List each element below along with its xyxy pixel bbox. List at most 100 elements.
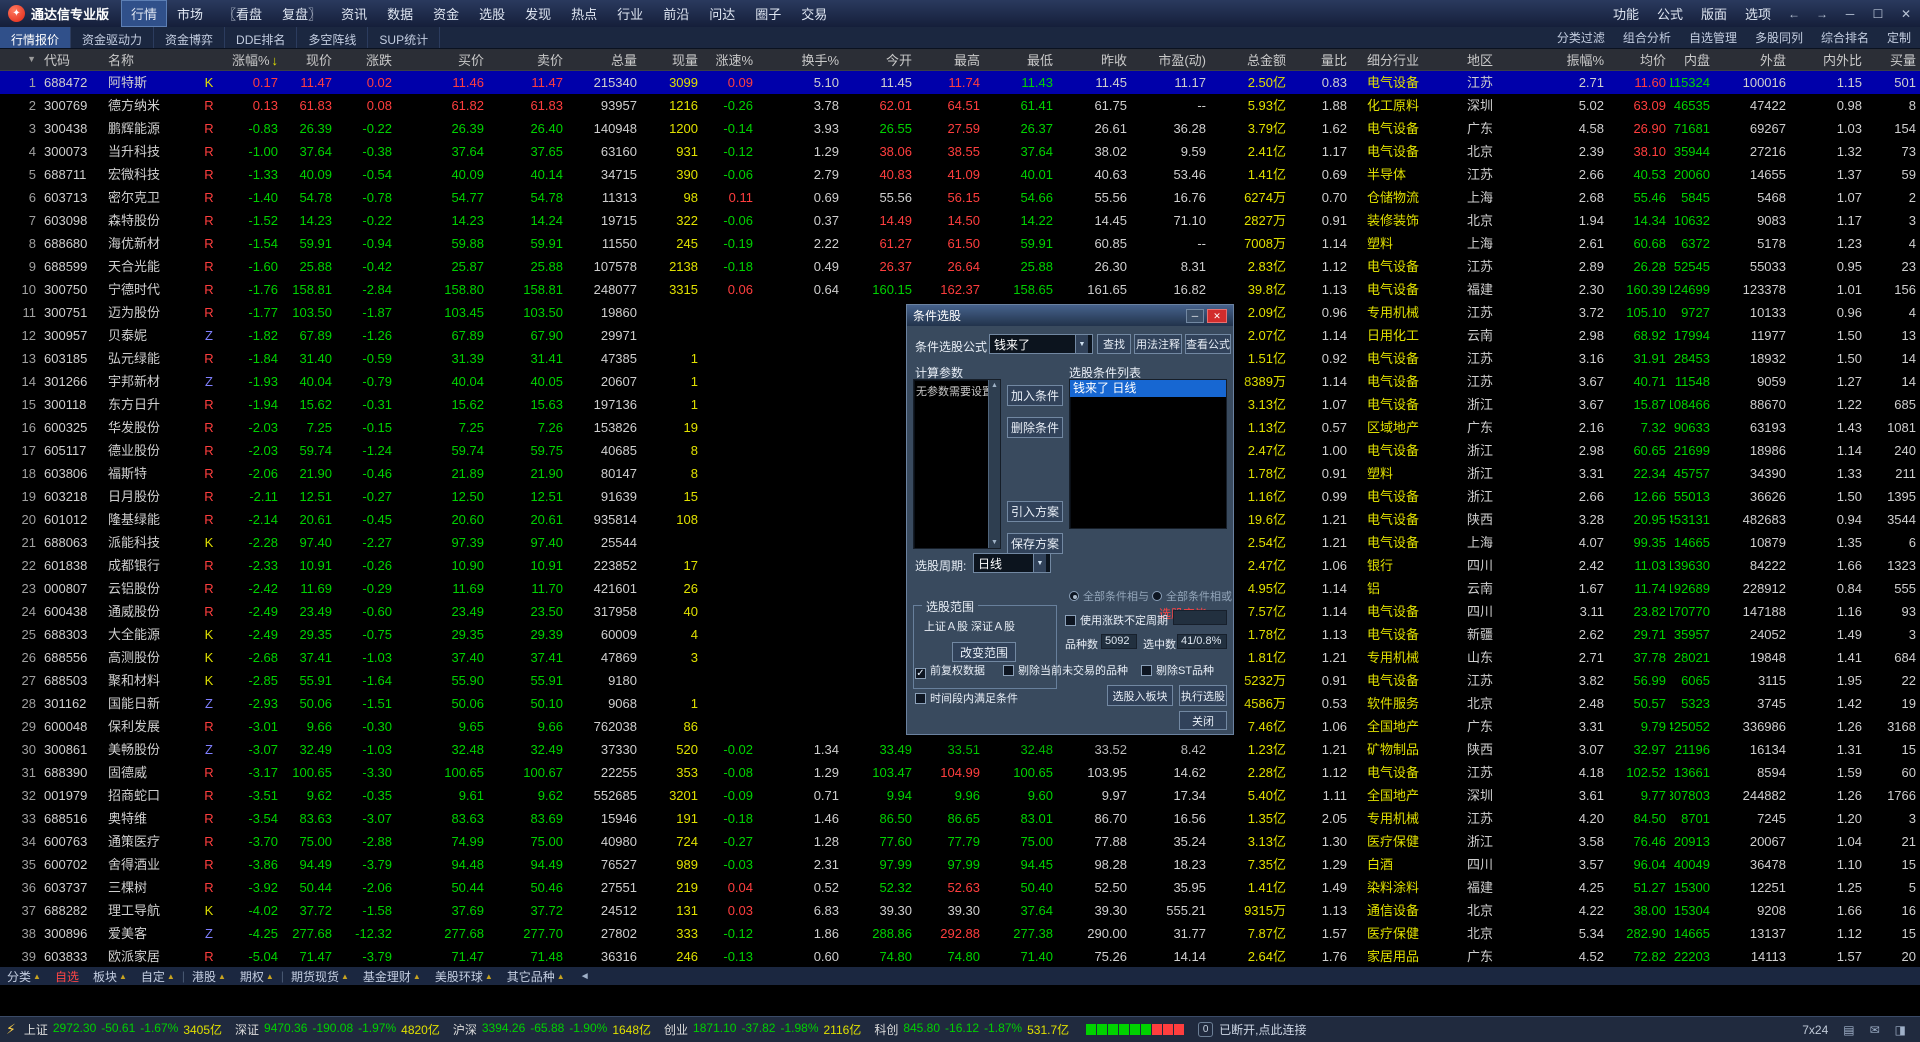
chevron-down-icon[interactable]: ▼ — [1033, 554, 1046, 572]
tabs-back-icon[interactable]: ◄ — [572, 971, 598, 982]
connection-status-text[interactable]: 已断开,点此连接 — [1219, 1021, 1306, 1038]
bottom-tab-板块[interactable]: 板块 ▲ — [86, 968, 134, 985]
bottom-tab-其它品种[interactable]: 其它品种 ▲ — [500, 968, 572, 985]
menu-item-交易[interactable]: 交易 — [791, 0, 837, 27]
toolbar-link-定制[interactable]: 定制 — [1878, 25, 1920, 50]
table-row[interactable]: 31 688390 固德威 R -3.17 100.65 -3.30 100.65 100.67… — [0, 761, 1920, 784]
column-header-inner_vol[interactable]: 内盘 — [1670, 49, 1714, 71]
toolbar-link-分类过滤[interactable]: 分类过滤 — [1548, 25, 1614, 50]
save-plan-button[interactable]: 保存方案 — [1007, 533, 1063, 554]
table-row[interactable]: 33 688516 奥特维 R -3.54 83.63 -3.07 83.63 83.69 159… — [0, 807, 1920, 830]
table-row[interactable]: 10 300750 宁德时代 R -1.76 158.81 -2.84 158.80 158.8… — [0, 278, 1920, 301]
column-header-price[interactable]: 现价 — [282, 49, 336, 71]
menu-item-行业[interactable]: 行业 — [607, 0, 653, 27]
chevron-down-icon[interactable]: ▼ — [1075, 335, 1088, 353]
table-row[interactable]: 3 300438 鹏辉能源 R -0.83 26.39 -0.22 26.39 26.40 140… — [0, 117, 1920, 140]
bottom-tab-基金理财[interactable]: 基金理财 ▲ — [356, 968, 428, 985]
toolbar-link-综合排名[interactable]: 综合排名 — [1812, 25, 1878, 50]
column-header-ask[interactable]: 卖价 — [488, 49, 567, 71]
window-close-button[interactable]: ✕ — [1892, 7, 1920, 21]
bottom-tab-期货现货[interactable]: 期货现货 ▲ — [284, 968, 356, 985]
toolbar-link-组合分析[interactable]: 组合分析 — [1614, 25, 1680, 50]
table-row[interactable]: 2 300769 德方纳米 R 0.13 61.83 0.08 61.82 61.83 93957… — [0, 94, 1920, 117]
menu-item-功能[interactable]: 功能 — [1604, 0, 1648, 27]
menu-item-问达[interactable]: 问达 — [699, 0, 745, 27]
checkbox-unfixed-period[interactable]: 使用涨跌不定周期 — [1065, 612, 1168, 628]
params-listbox[interactable]: 无参数需要设置 ▲ ▼ — [913, 379, 1001, 549]
column-header-region[interactable]: 地区 — [1455, 49, 1560, 71]
checkbox-exclude-st[interactable]: 剔除ST品种 — [1141, 662, 1214, 678]
toolbar-tab-SUP统计[interactable]: SUP统计 — [368, 27, 441, 48]
params-scrollbar[interactable]: ▲ ▼ — [988, 380, 1000, 548]
table-row[interactable]: 1 688472 阿特斯 K 0.17 11.47 0.02 11.46 11.47 215340… — [0, 70, 1920, 94]
index-创业[interactable]: 创业 1871.10 -37.82 -1.98% 2116亿 — [664, 1021, 861, 1038]
execute-pick-button[interactable]: 执行选股 — [1179, 685, 1227, 706]
table-row[interactable]: 6 603713 密尔克卫 R -1.40 54.78 -0.78 54.77 54.78 113… — [0, 186, 1920, 209]
table-row[interactable]: 7 603098 森特股份 R -1.52 14.23 -0.22 14.23 14.24 197… — [0, 209, 1920, 232]
index-上证[interactable]: 上证 2972.30 -50.61 -1.67% 3405亿 — [24, 1021, 222, 1038]
toolbar-tab-资金博弈[interactable]: 资金博弈 — [154, 27, 226, 48]
column-header-cur_volume[interactable]: 现量 — [641, 49, 702, 71]
column-header-amount[interactable]: 总金额 — [1210, 49, 1290, 71]
scroll-up-icon[interactable]: ▲ — [989, 382, 1000, 389]
toolbar-link-多股同列[interactable]: 多股同列 — [1746, 25, 1812, 50]
add-condition-button[interactable]: 加入条件 — [1007, 385, 1063, 406]
menu-item-公式[interactable]: 公式 — [1648, 0, 1692, 27]
menu-item-行情[interactable]: 行情 — [121, 0, 168, 27]
table-row[interactable]: 36 603737 三棵树 R -3.92 50.44 -2.06 50.44 50.46 275… — [0, 876, 1920, 899]
column-header-industry[interactable]: 细分行业 — [1351, 49, 1455, 71]
menu-item-市场[interactable]: 市场 — [167, 0, 213, 27]
menu-item-资讯[interactable]: 资讯 — [331, 0, 377, 27]
menu-item-前沿[interactable]: 前沿 — [653, 0, 699, 27]
column-header-name[interactable]: 名称 — [104, 49, 196, 71]
column-header-prev_close[interactable]: 昨收 — [1057, 49, 1131, 71]
column-header-high[interactable]: 最高 — [916, 49, 984, 71]
menu-item-数据[interactable]: 数据 — [377, 0, 423, 27]
view-formula-button[interactable]: 查看公式 — [1185, 334, 1231, 354]
toolbar-tab-多空阵线[interactable]: 多空阵线 — [297, 27, 369, 48]
toolbar-link-自选管理[interactable]: 自选管理 — [1680, 25, 1746, 50]
radio-all-conditions-or[interactable]: 全部条件相或 — [1152, 588, 1232, 604]
column-header-avg_price[interactable]: 均价 — [1608, 49, 1670, 71]
table-row[interactable]: 30 300861 美畅股份 Z -3.07 32.49 -1.03 32.48 32.49 37… — [0, 738, 1920, 761]
toolbar-tab-资金驱动力[interactable]: 资金驱动力 — [71, 27, 155, 48]
table-row[interactable]: 34 600763 通策医疗 R -3.70 75.00 -2.88 74.99 75.00 40… — [0, 830, 1920, 853]
monitor-icon[interactable]: ▤ — [1843, 1023, 1854, 1037]
dialog-close-icon[interactable]: ✕ — [1207, 308, 1227, 323]
column-header-bid[interactable]: 买价 — [396, 49, 488, 71]
table-row[interactable]: 8 688680 海优新材 R -1.54 59.91 -0.94 59.88 59.91 115… — [0, 232, 1920, 255]
column-header-outer_vol[interactable]: 外盘 — [1714, 49, 1790, 71]
column-header-code[interactable]: 代码 — [40, 49, 104, 71]
column-header-open[interactable]: 今开 — [843, 49, 916, 71]
column-header-low[interactable]: 最低 — [984, 49, 1057, 71]
menu-item-圈子[interactable]: 圈子 — [745, 0, 791, 27]
remove-condition-button[interactable]: 删除条件 — [1007, 417, 1063, 438]
column-header-row_index[interactable]: ▼ — [0, 49, 40, 71]
checkbox-exclude-untraded[interactable]: 剔除当前未交易的品种 — [1003, 662, 1128, 678]
column-header-marker[interactable] — [196, 49, 222, 71]
window-minimize-button[interactable]: ─ — [1836, 7, 1864, 21]
condition-list-item[interactable]: 钱来了 日线 — [1070, 380, 1226, 397]
bottom-tab-自定[interactable]: 自定 ▲ — [134, 968, 182, 985]
window-maximize-button[interactable]: ☐ — [1864, 7, 1892, 21]
table-row[interactable]: 38 300896 爱美客 Z -4.25 277.68 -12.32 277.68 277.7… — [0, 922, 1920, 945]
checkbox-forward-adjusted[interactable]: 前复权数据 — [915, 662, 985, 679]
menu-item-发现[interactable]: 发现 — [515, 0, 561, 27]
menu-item-复盘〗[interactable]: 复盘〗 — [272, 0, 331, 27]
column-header-change_pct[interactable]: 涨幅% ↓ — [222, 49, 282, 71]
table-row[interactable]: 5 688711 宏微科技 R -1.33 40.09 -0.54 40.09 40.14 347… — [0, 163, 1920, 186]
usage-note-button[interactable]: 用法注释 — [1134, 334, 1182, 354]
table-row[interactable]: 37 688282 理工导航 K -4.02 37.72 -1.58 37.69 37.72 24… — [0, 899, 1920, 922]
pick-into-block-button[interactable]: 选股入板块 — [1107, 685, 1173, 706]
index-科创[interactable]: 科创 845.80 -16.12 -1.87% 531.7亿 — [874, 1021, 1069, 1038]
nav-back-icon[interactable]: ← — [1780, 7, 1808, 21]
conditions-list[interactable]: 钱来了 日线 — [1069, 379, 1227, 529]
bottom-tab-期权[interactable]: 期权 ▲ — [233, 968, 281, 985]
menu-item-〖看盘[interactable]: 〖看盘 — [213, 0, 272, 27]
column-header-pe_dynamic[interactable]: 市盈(动) — [1131, 49, 1210, 71]
column-header-volume_ratio[interactable]: 量比 — [1290, 49, 1351, 71]
bottom-tab-分类[interactable]: 分类 ▲ — [0, 968, 48, 985]
menu-item-选股[interactable]: 选股 — [469, 0, 515, 27]
column-header-volume[interactable]: 总量 — [567, 49, 641, 71]
message-icon[interactable]: ✉ — [1870, 1023, 1880, 1037]
